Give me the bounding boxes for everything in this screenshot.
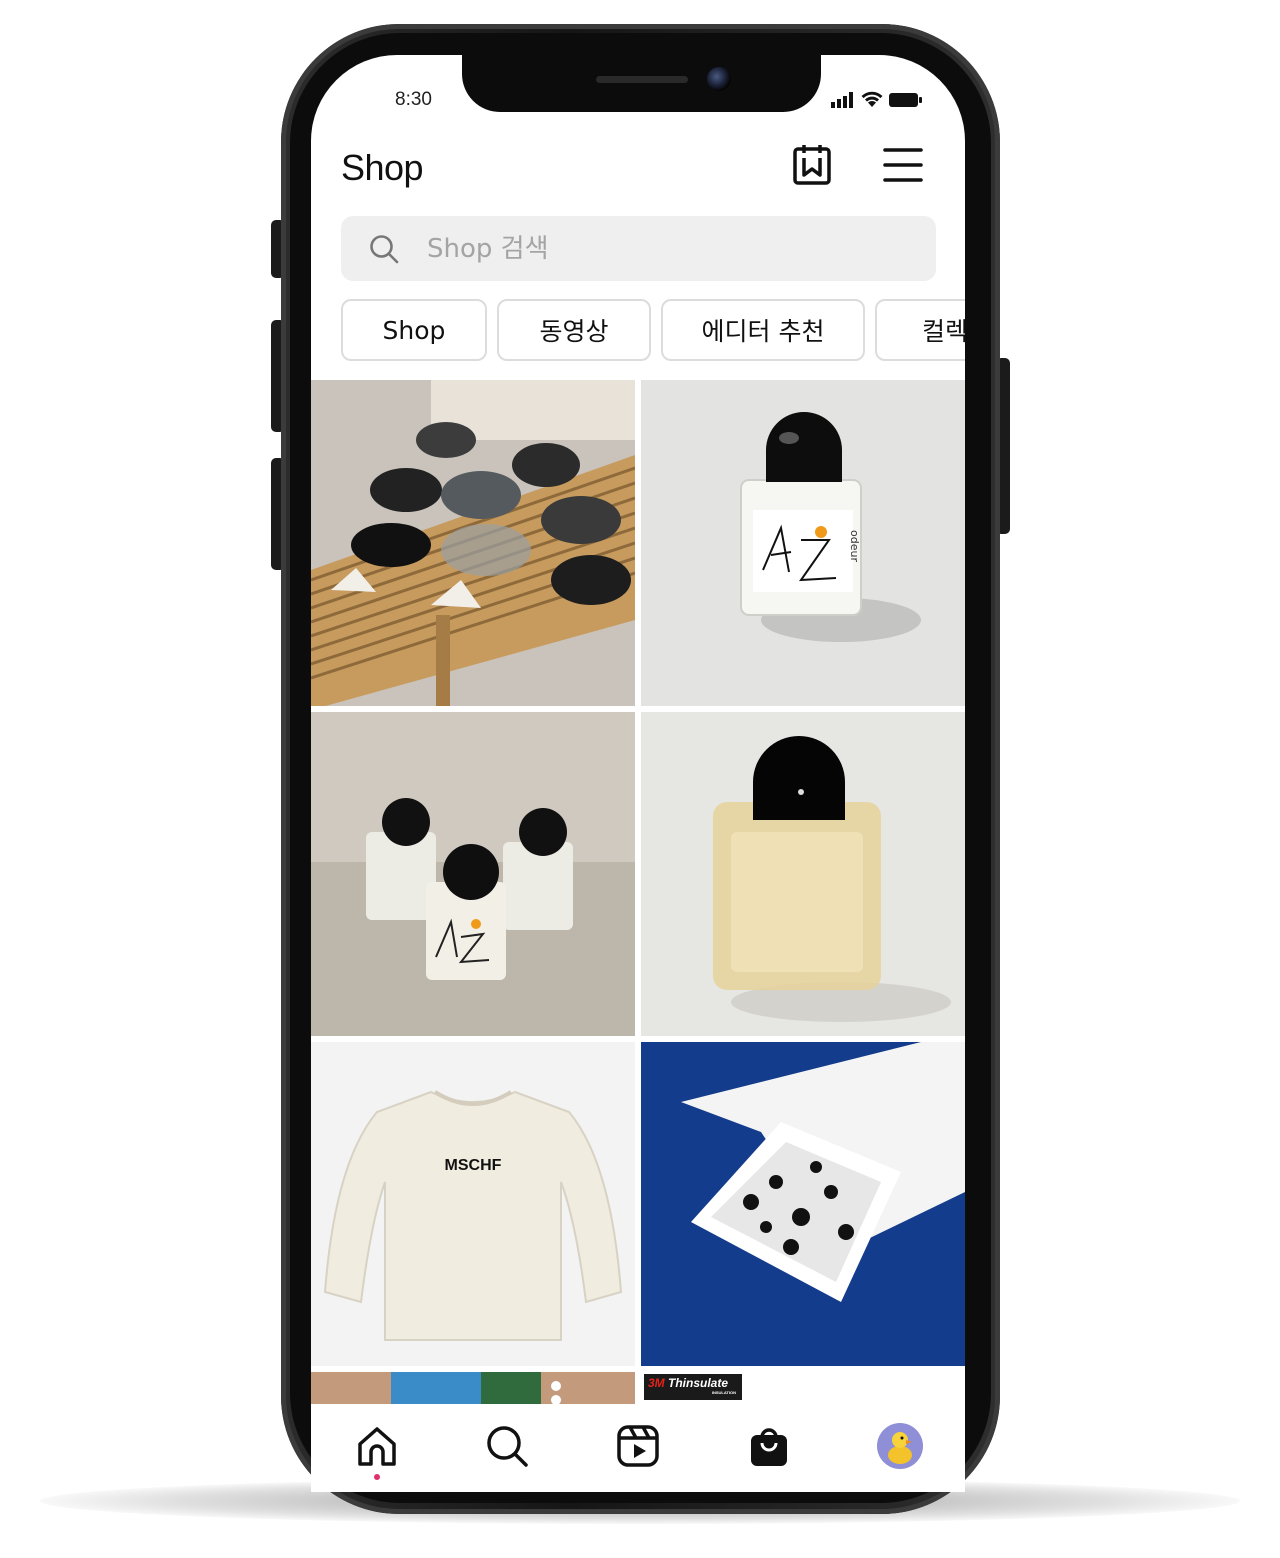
product-image [311,1372,635,1404]
brand-label: Thinsulate [668,1376,729,1390]
battery-icon [889,92,922,107]
product-post[interactable] [641,712,965,1036]
wifi-icon [861,91,883,107]
home-icon [358,1427,396,1466]
product-post[interactable] [641,1042,965,1366]
search-icon [487,1426,528,1467]
bottom-tab-bar [311,1404,965,1492]
tab-reels[interactable] [614,1422,662,1470]
app-screen: 8:30 Shop Shop 검색 Shop 동영상 에디터 추천 컬렉 ode… [311,55,965,1492]
product-image: odeur [641,380,965,706]
product-post[interactable]: 3M Thinsulate INSULATION [641,1372,965,1404]
hamburger-icon [883,148,923,182]
search-bar[interactable] [341,216,936,281]
brand-label: odeur [848,530,861,562]
speaker-grille [596,76,688,83]
product-image [641,1042,965,1366]
wishlist-button[interactable] [791,143,835,187]
page-title: Shop [341,147,424,188]
tab-search[interactable] [483,1422,531,1470]
chip-shop[interactable]: Shop [341,299,487,361]
product-image [311,380,635,706]
signal-icon [831,91,853,108]
product-post[interactable] [311,712,635,1036]
shopping-bag-icon [751,1428,787,1466]
product-post[interactable] [311,380,635,706]
product-post[interactable]: MSCHF [311,1042,635,1366]
product-image [311,712,635,1036]
product-image [641,712,965,1036]
brand-3m: 3M [648,1376,665,1390]
search-icon [370,234,399,263]
thinsulate-badge: 3M Thinsulate INSULATION [644,1374,742,1400]
product-grid: odeur MSCHF 3M Thinsulate INSULATION [311,380,965,1404]
wishlist-icon [793,145,831,185]
avatar [877,1423,923,1469]
chip-videos[interactable]: 동영상 [497,299,651,361]
status-time: 8:30 [395,89,432,110]
product-image: MSCHF [311,1042,635,1366]
chip-collections[interactable]: 컬렉 [875,299,965,361]
search-input[interactable] [427,233,847,264]
tab-home[interactable] [353,1422,401,1470]
tab-shop[interactable] [745,1422,793,1470]
status-icons [831,91,923,108]
brand-label: MSCHF [445,1157,502,1174]
front-camera [707,67,731,91]
product-post[interactable]: odeur [641,380,965,706]
chip-editor-picks[interactable]: 에디터 추천 [661,299,865,361]
product-post[interactable] [311,1372,635,1404]
brand-sub-label: INSULATION [711,1390,736,1395]
filter-chips: Shop 동영상 에디터 추천 컬렉 [341,299,965,361]
tab-profile[interactable] [876,1422,924,1470]
menu-button[interactable] [883,145,923,185]
active-tab-indicator [374,1474,380,1480]
reels-icon [617,1425,659,1467]
